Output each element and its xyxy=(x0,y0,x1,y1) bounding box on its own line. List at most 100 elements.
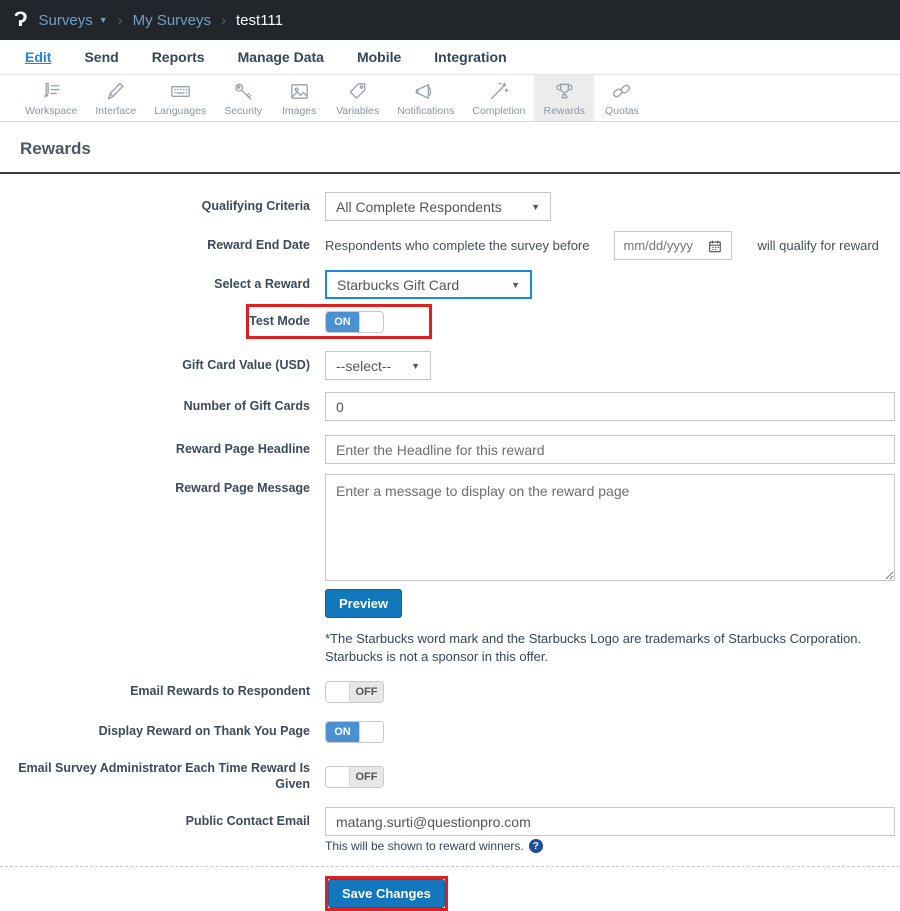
tool-label: Quotas xyxy=(604,104,639,117)
help-icon[interactable]: ? xyxy=(528,839,543,854)
row-preview: Preview xyxy=(0,589,900,618)
menu-tab-reports[interactable]: Reports xyxy=(152,49,205,65)
qualifying-criteria-select[interactable]: All Complete Respondents ▼ xyxy=(325,192,551,221)
tool-label: Variables xyxy=(336,104,380,117)
save-changes-button[interactable]: Save Changes xyxy=(328,879,445,909)
tool-label: Languages xyxy=(154,104,207,117)
starbucks-disclaimer: *The Starbucks word mark and the Starbuc… xyxy=(325,631,862,664)
select-arrow-icon: ▼ xyxy=(411,360,420,371)
breadcrumb: Surveys ▼ › My Surveys › test111 xyxy=(39,12,283,29)
reward-headline-input[interactable] xyxy=(325,435,895,464)
app-header: Ɂ Surveys ▼ › My Surveys › test111 xyxy=(0,0,900,40)
row-email-rewards: Email Rewards to Respondent OFF xyxy=(0,681,900,704)
row-gift-card-value: Gift Card Value (USD) --select-- ▼ xyxy=(0,351,900,380)
qualifying-criteria-label: Qualifying Criteria xyxy=(201,198,310,213)
email-rewards-toggle[interactable]: OFF xyxy=(325,681,384,704)
row-qualifying-criteria: Qualifying Criteria All Complete Respond… xyxy=(0,192,900,221)
tool-workspace[interactable]: Workspace xyxy=(16,75,86,121)
menu-tab-send[interactable]: Send xyxy=(84,49,118,65)
toggle-knob xyxy=(326,766,350,787)
display-reward-toggle[interactable]: ON xyxy=(325,721,384,744)
reward-message-textarea[interactable] xyxy=(325,474,895,581)
tool-quotas[interactable]: Quotas xyxy=(594,75,650,121)
menu-tab-integration[interactable]: Integration xyxy=(434,49,506,65)
breadcrumb-separator: › xyxy=(117,11,123,29)
settings-icon-toolbar: Workspace Interface Languages Security I… xyxy=(0,75,900,122)
tool-label: Interface xyxy=(95,104,137,117)
row-reward-end-date: Reward End Date Respondents who complete… xyxy=(0,231,900,260)
number-gift-cards-input[interactable] xyxy=(325,392,895,421)
tool-label: Workspace xyxy=(25,104,78,117)
trophy-icon xyxy=(556,83,573,98)
email-rewards-label: Email Rewards to Respondent xyxy=(130,684,310,699)
tool-label: Rewards xyxy=(543,104,585,117)
questionpro-logo-icon[interactable]: Ɂ xyxy=(14,9,28,30)
brush-icon xyxy=(107,82,124,99)
row-public-contact-email: Public Contact Email xyxy=(0,807,900,837)
menu-tab-mobile[interactable]: Mobile xyxy=(357,49,401,65)
tag-icon xyxy=(349,82,366,99)
toggle-state-label: ON xyxy=(326,722,359,743)
image-icon xyxy=(290,83,308,99)
row-select-reward: Select a Reward Starbucks Gift Card ▼ xyxy=(0,270,900,299)
breadcrumb-current-survey: test111 xyxy=(236,11,283,29)
tool-rewards[interactable]: Rewards xyxy=(534,75,594,121)
tool-images[interactable]: Images xyxy=(271,75,327,121)
toggle-state-label: ON xyxy=(326,312,359,332)
row-email-admin: Email Survey Administrator Each Time Rew… xyxy=(0,761,900,792)
reward-end-date-field[interactable] xyxy=(613,231,732,260)
row-reward-headline: Reward Page Headline xyxy=(0,435,900,464)
reward-message-label: Reward Page Message xyxy=(175,481,310,495)
row-test-mode: Test Mode ON xyxy=(0,304,900,339)
reward-end-date-prefix: Respondents who complete the survey befo… xyxy=(325,238,590,253)
reward-end-date-suffix: will qualify for reward xyxy=(757,238,879,253)
preview-button[interactable]: Preview xyxy=(325,589,403,618)
helper-text: This will be shown to reward winners. xyxy=(325,839,524,854)
email-admin-toggle[interactable]: OFF xyxy=(325,765,384,788)
save-section-divider xyxy=(0,866,900,868)
tool-label: Notifications xyxy=(397,104,455,117)
tool-completion[interactable]: Completion xyxy=(463,75,534,121)
public-contact-email-helper: This will be shown to reward winners. ? xyxy=(325,839,900,854)
chain-links-icon xyxy=(613,84,631,97)
tool-notifications[interactable]: Notifications xyxy=(388,75,463,121)
select-reward-value: Starbucks Gift Card xyxy=(337,276,460,293)
reward-headline-label: Reward Page Headline xyxy=(175,441,310,456)
calendar-icon[interactable] xyxy=(708,239,722,253)
reward-end-date-input[interactable] xyxy=(623,238,698,253)
test-mode-label: Test Mode xyxy=(249,314,310,329)
display-reward-label: Display Reward on Thank You Page xyxy=(98,724,310,739)
gift-card-value-value: --select-- xyxy=(336,357,392,374)
reward-end-date-label: Reward End Date xyxy=(207,237,310,252)
select-reward-select[interactable]: Starbucks Gift Card ▼ xyxy=(325,270,532,299)
toggle-knob xyxy=(359,312,383,332)
gift-card-value-label: Gift Card Value (USD) xyxy=(182,357,310,372)
chevron-down-icon: ▼ xyxy=(98,15,108,25)
magic-wand-icon xyxy=(491,82,509,99)
tool-label: Security xyxy=(224,104,263,117)
menu-tab-manage-data[interactable]: Manage Data xyxy=(238,49,324,65)
breadcrumb-surveys-menu[interactable]: Surveys ▼ xyxy=(39,12,108,29)
pen-list-icon xyxy=(44,82,60,97)
public-contact-email-input[interactable] xyxy=(325,807,895,837)
tool-variables[interactable]: Variables xyxy=(327,75,388,121)
row-display-reward: Display Reward on Thank You Page ON xyxy=(0,721,900,744)
keyboard-icon xyxy=(170,85,190,97)
tool-security[interactable]: Security xyxy=(215,75,271,121)
rewards-form: Qualifying Criteria All Complete Respond… xyxy=(0,174,900,911)
test-mode-toggle[interactable]: ON xyxy=(325,311,384,333)
email-admin-label: Email Survey Administrator Each Time Rew… xyxy=(18,761,310,791)
tool-interface[interactable]: Interface xyxy=(86,75,145,121)
tool-languages[interactable]: Languages xyxy=(145,75,215,121)
breadcrumb-surveys-label: Surveys xyxy=(38,11,93,29)
tool-label: Completion xyxy=(472,104,526,117)
toggle-knob xyxy=(326,682,350,703)
gift-card-value-select[interactable]: --select-- ▼ xyxy=(325,351,431,380)
key-icon xyxy=(234,83,252,100)
menu-tab-edit[interactable]: Edit xyxy=(25,49,51,65)
tool-label: Images xyxy=(281,104,317,117)
survey-menu-bar: Edit Send Reports Manage Data Mobile Int… xyxy=(0,40,900,75)
breadcrumb-my-surveys[interactable]: My Surveys xyxy=(133,12,211,29)
breadcrumb-separator: › xyxy=(221,11,227,29)
row-reward-message: Reward Page Message xyxy=(0,474,900,581)
